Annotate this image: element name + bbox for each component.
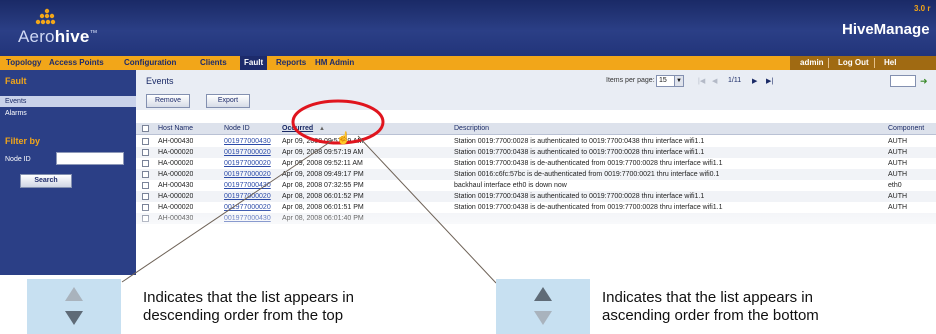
cell-description: Station 0019:7700:0028 is authenticated … — [454, 138, 705, 145]
row-checkbox[interactable] — [142, 193, 149, 200]
cell-occurred: Apr 09, 2008 09:57:19 AM — [282, 149, 364, 156]
cell-component: AUTH — [888, 138, 908, 145]
aerohive-logo: Aerohive™ — [18, 8, 138, 52]
descending-legend-icon — [27, 279, 121, 334]
sort-arrows-icon — [534, 287, 552, 325]
sort-arrows-icon — [65, 287, 83, 325]
utility-divider — [874, 58, 875, 68]
node-id-input[interactable] — [56, 152, 124, 165]
column-description[interactable]: Description — [454, 123, 489, 135]
menu-reports[interactable]: Reports — [276, 56, 306, 70]
cell-node-id[interactable]: 001977000430 — [224, 136, 271, 147]
table-row[interactable]: HA-000020 001977000020 Apr 09, 2008 09:52:… — [136, 158, 936, 169]
user-name: admin — [800, 58, 824, 67]
cell-host-name: AH-000430 — [158, 138, 194, 145]
node-id-label: Node ID — [5, 156, 31, 163]
main-menu: Topology Access Points Configuration Cli… — [0, 56, 936, 70]
first-page-icon[interactable]: |◀ — [698, 77, 705, 85]
cell-host-name: HA-000020 — [158, 171, 194, 178]
menu-configuration[interactable]: Configuration — [124, 56, 176, 70]
column-node-id[interactable]: Node ID — [224, 123, 250, 135]
cell-component: AUTH — [888, 149, 908, 156]
app-header: Aerohive™ 3.0 r HiveManage — [0, 0, 936, 56]
cell-node-id[interactable]: 001977000020 — [224, 191, 271, 202]
items-per-page-label: Items per page: — [606, 77, 655, 84]
items-per-page-select[interactable]: 15 ▼ — [656, 75, 684, 87]
cell-host-name: HA-000020 — [158, 149, 194, 156]
cell-description: Station 0016:c6fc:57bc is de-authenticat… — [454, 171, 720, 178]
row-checkbox[interactable] — [142, 160, 149, 167]
cell-host-name: HA-000020 — [158, 193, 194, 200]
cell-node-id[interactable]: 001977000020 — [224, 147, 271, 158]
select-all-checkbox[interactable] — [142, 125, 149, 132]
menu-clients[interactable]: Clients — [200, 56, 227, 70]
cell-description: Station 0019:7700:0438 is de-authenticat… — [454, 160, 723, 167]
cell-occurred: Apr 09, 2008 09:52:11 AM — [282, 160, 363, 167]
hivemanager-window: Aerohive™ 3.0 r HiveManage Topology Acce… — [0, 0, 936, 275]
ascending-legend-text: Indicates that the list appears in ascen… — [602, 289, 819, 324]
version-label: 3.0 r — [914, 4, 931, 13]
product-title: HiveManage — [842, 21, 930, 38]
menu-hm-admin[interactable]: HM Admin — [315, 56, 354, 70]
sidebar-section-title: Fault — [5, 76, 27, 86]
menu-access-points[interactable]: Access Points — [49, 56, 104, 70]
column-host-name[interactable]: Host Name — [158, 123, 193, 135]
page-number-input[interactable] — [890, 75, 916, 87]
descending-legend-text: Indicates that the list appears in desce… — [143, 289, 354, 324]
cell-host-name: AH-000430 — [158, 182, 194, 189]
menu-topology[interactable]: Topology — [6, 56, 41, 70]
menu-fault[interactable]: Fault — [240, 56, 268, 70]
help-link[interactable]: Hel — [880, 56, 900, 70]
previous-page-icon[interactable]: ◀ — [712, 77, 717, 85]
page-indicator: 1/11 — [728, 77, 742, 84]
brand-name: Aerohive™ — [18, 27, 98, 46]
sidebar-item-events[interactable]: Events — [0, 96, 136, 107]
go-arrow-icon[interactable]: ➜ — [920, 76, 928, 87]
table-row[interactable]: HA-000020 001977000020 Apr 08, 2008 06:01:… — [136, 191, 936, 202]
row-checkbox[interactable] — [142, 138, 149, 145]
table-row[interactable]: AH-000430 001977000430 Apr 09, 2008 09:57:… — [136, 136, 936, 147]
cell-component: AUTH — [888, 193, 908, 200]
cell-node-id[interactable]: 001977000020 — [224, 158, 271, 169]
cell-component: eth0 — [888, 182, 902, 189]
table-row[interactable]: HA-000020 001977000020 Apr 09, 2008 09:49:… — [136, 169, 936, 180]
table-row[interactable]: HA-000020 001977000020 Apr 09, 2008 09:57:… — [136, 147, 936, 158]
row-checkbox[interactable] — [142, 171, 149, 178]
cell-description: Station 0019:7700:0438 is authenticated … — [454, 193, 705, 200]
row-checkbox[interactable] — [142, 149, 149, 156]
utility-divider — [828, 58, 829, 68]
events-toolbar: Events Remove Export Items per page: 15 … — [136, 70, 936, 110]
row-checkbox[interactable] — [142, 182, 149, 189]
cell-occurred: Apr 08, 2008 07:32:55 PM — [282, 182, 364, 189]
sidebar-item-alarms[interactable]: Alarms — [0, 108, 136, 119]
ascending-legend-icon — [496, 279, 590, 334]
cell-component: AUTH — [888, 171, 908, 178]
hive-logo-icon — [35, 8, 56, 25]
page-title: Events — [146, 76, 174, 86]
cell-occurred: Apr 09, 2008 09:49:17 PM — [282, 171, 364, 178]
chevron-down-icon: ▼ — [674, 76, 683, 86]
search-button[interactable]: Search — [20, 174, 72, 188]
table-row[interactable]: AH-000430 001977000430 Apr 08, 2008 07:32:… — [136, 180, 936, 191]
export-button[interactable]: Export — [206, 94, 250, 108]
filter-title: Filter by — [5, 136, 41, 146]
cell-description: Station 0019:7700:0438 is authenticated … — [454, 149, 705, 156]
last-page-icon[interactable]: ▶| — [766, 77, 773, 85]
cell-component: AUTH — [888, 160, 908, 167]
sidebar: Fault Events Alarms Filter by Node ID Se… — [0, 70, 136, 275]
logout-link[interactable]: Log Out — [834, 56, 873, 70]
cell-node-id[interactable]: 001977000020 — [224, 169, 271, 180]
table-header: Host Name Node ID Occurred ▲ Description… — [136, 123, 936, 135]
column-component[interactable]: Component — [888, 123, 924, 135]
cell-description: backhaul interface eth0 is down now — [454, 182, 567, 189]
cell-host-name: HA-000020 — [158, 160, 194, 167]
next-page-icon[interactable]: ▶ — [752, 77, 757, 85]
cell-node-id[interactable]: 001977000430 — [224, 180, 271, 191]
mouse-pointer-icon: ☝ — [336, 131, 351, 145]
cell-occurred: Apr 08, 2008 06:01:52 PM — [282, 193, 364, 200]
remove-button[interactable]: Remove — [146, 94, 190, 108]
fade-overlay — [136, 207, 936, 275]
events-panel: Events Remove Export Items per page: 15 … — [136, 70, 936, 275]
